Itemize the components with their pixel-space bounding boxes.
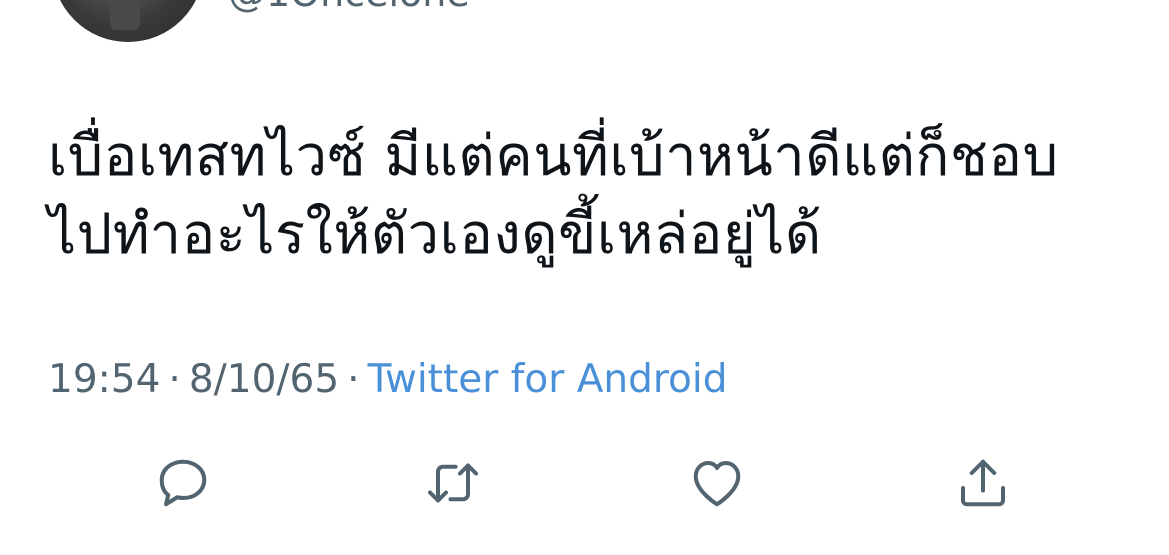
retweet-icon — [428, 463, 478, 503]
tweet-source-link[interactable]: Twitter for Android — [368, 357, 728, 402]
heart-icon — [693, 461, 741, 507]
retweet-button[interactable] — [418, 448, 488, 518]
meta-separator: · — [347, 357, 360, 402]
tweet-text: เบื่อเทสทไวซ์ มีแต่คนที่เบ้าหน้าดีแต่ก็ช… — [48, 118, 1138, 274]
share-icon — [961, 459, 1005, 507]
like-button[interactable] — [682, 448, 752, 518]
reply-icon — [159, 459, 207, 507]
tweet-time[interactable]: 19:54 — [48, 357, 160, 402]
avatar[interactable] — [52, 0, 204, 42]
meta-separator: · — [168, 357, 181, 402]
reply-button[interactable] — [148, 448, 218, 518]
tweet-meta: 19:54 · 8/10/65 · Twitter for Android — [48, 356, 728, 404]
tweet-text-line-1: เบื่อเทสทไวซ์ มีแต่คนที่เบ้าหน้าดีแต่ก็ช… — [48, 124, 1059, 189]
tweet-date[interactable]: 8/10/65 — [189, 357, 339, 402]
author-handle[interactable]: @1Oncelone — [228, 0, 470, 12]
tweet-actions — [0, 448, 1169, 518]
share-button[interactable] — [948, 448, 1018, 518]
tweet-text-line-2: ไปทำอะไรให้ตัวเองดูขี้เหล่อยู่ได้ — [48, 202, 822, 267]
